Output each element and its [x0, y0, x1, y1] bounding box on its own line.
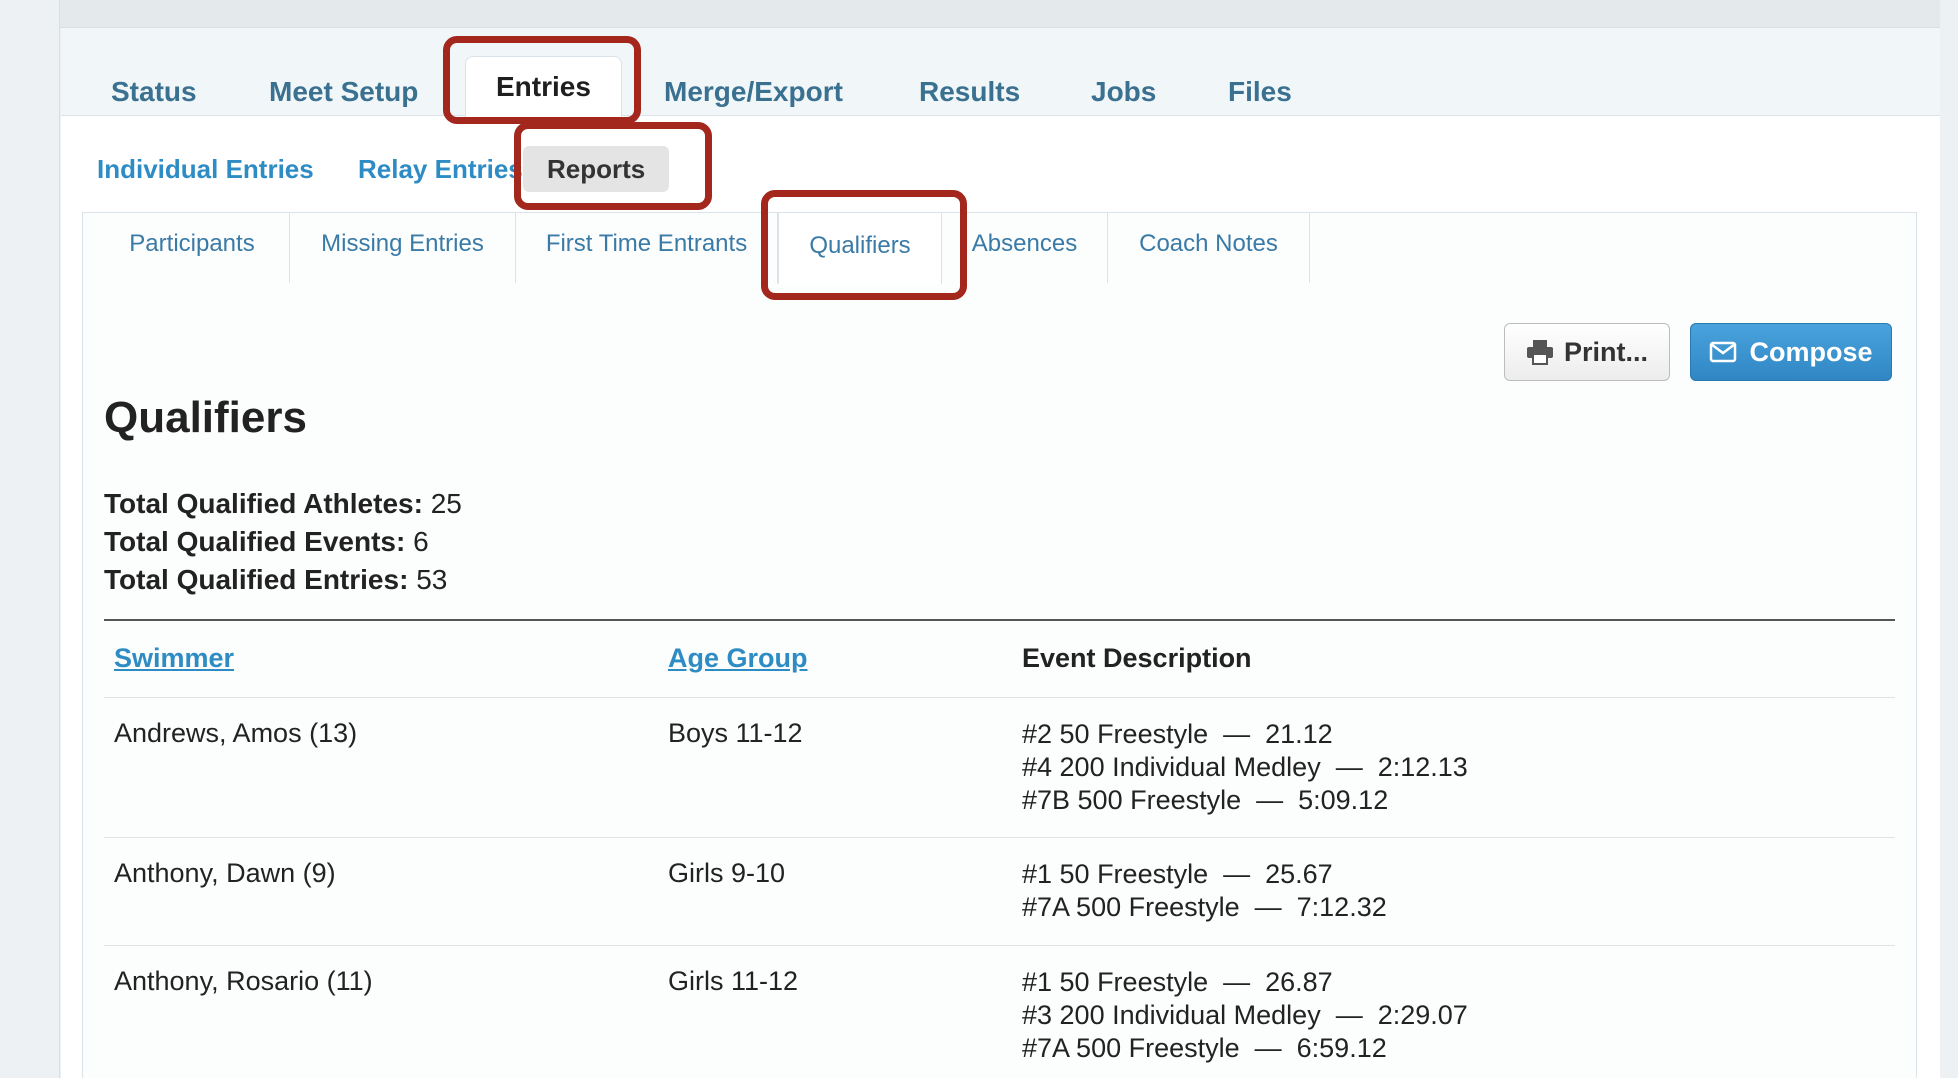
report-content-box: Participants Missing Entries First Time …	[82, 212, 1917, 1078]
report-tabs: Participants Missing Entries First Time …	[83, 213, 1918, 284]
table-row: Anthony, Rosario (11) Girls 11-12 #1 50 …	[104, 945, 1895, 1078]
age-group: Girls 9-10	[668, 858, 786, 888]
report-tab-absences[interactable]: Absences	[942, 213, 1108, 283]
compose-button[interactable]: Compose	[1690, 323, 1892, 381]
stat-entries: Total Qualified Entries: 53	[104, 564, 448, 595]
swimmer-name: Anthony, Dawn (9)	[114, 858, 336, 888]
event-entry: #4 200 Individual Medley — 2:12.13	[1022, 752, 1468, 782]
envelope-icon	[1710, 341, 1737, 363]
event-entry: #1 50 Freestyle — 25.67	[1022, 859, 1333, 889]
table-top-rule	[104, 619, 1895, 621]
tab-status[interactable]: Status	[111, 68, 197, 116]
event-entry: #1 50 Freestyle — 26.87	[1022, 967, 1333, 997]
tab-merge-export[interactable]: Merge/Export	[664, 68, 843, 116]
printer-icon	[1526, 340, 1553, 365]
report-tab-missing-entries[interactable]: Missing Entries	[290, 213, 516, 283]
swimmer-name: Anthony, Rosario (11)	[114, 966, 373, 996]
tab-jobs[interactable]: Jobs	[1091, 68, 1156, 116]
tab-entries[interactable]: Entries	[465, 56, 622, 117]
report-tab-coach-notes[interactable]: Coach Notes	[1108, 213, 1310, 283]
stat-events: Total Qualified Events: 6	[104, 526, 429, 557]
subtab-relay-entries[interactable]: Relay Entries	[358, 146, 523, 192]
report-tab-participants[interactable]: Participants	[83, 213, 290, 283]
report-tab-first-time-entrants[interactable]: First Time Entrants	[516, 213, 778, 283]
event-list: #2 50 Freestyle — 21.12 #4 200 Individua…	[1022, 718, 1468, 817]
table-row: Andrews, Amos (13) Boys 11-12 #2 50 Free…	[104, 697, 1895, 837]
column-header-event-description: Event Description	[1022, 643, 1252, 673]
page-left-gutter	[0, 0, 60, 1078]
print-button[interactable]: Print...	[1504, 323, 1670, 381]
main-tabs-bar: Status Meet Setup Entries Merge/Export R…	[61, 28, 1940, 117]
top-header-strip	[60, 0, 1940, 28]
event-entry: #3 200 Individual Medley — 2:29.07	[1022, 1000, 1468, 1030]
report-tab-qualifiers[interactable]: Qualifiers	[778, 213, 942, 284]
column-header-swimmer[interactable]: Swimmer	[114, 643, 234, 674]
tab-meet-setup[interactable]: Meet Setup	[269, 68, 418, 116]
column-header-age-group[interactable]: Age Group	[668, 643, 808, 674]
qualifier-stats: Total Qualified Athletes: 25 Total Quali…	[104, 485, 462, 599]
tab-results[interactable]: Results	[919, 68, 1020, 116]
table-row: Anthony, Dawn (9) Girls 9-10 #1 50 Frees…	[104, 837, 1895, 945]
stat-athletes: Total Qualified Athletes: 25	[104, 488, 462, 519]
event-entry: #7A 500 Freestyle — 7:12.32	[1022, 892, 1387, 922]
event-list: #1 50 Freestyle — 26.87 #3 200 Individua…	[1022, 966, 1468, 1065]
compose-button-label: Compose	[1749, 336, 1873, 367]
tab-files[interactable]: Files	[1228, 68, 1292, 116]
event-entry: #2 50 Freestyle — 21.12	[1022, 719, 1333, 749]
main-panel: Status Meet Setup Entries Merge/Export R…	[61, 28, 1940, 1078]
event-entry: #7A 500 Freestyle — 6:59.12	[1022, 1033, 1387, 1063]
subtab-reports[interactable]: Reports	[523, 146, 670, 192]
subtab-individual-entries[interactable]: Individual Entries	[97, 146, 314, 192]
swimmer-name: Andrews, Amos (13)	[114, 718, 358, 748]
event-entry: #7B 500 Freestyle — 5:09.12	[1022, 785, 1389, 815]
age-group: Girls 11-12	[668, 966, 799, 996]
print-button-label: Print...	[1563, 336, 1648, 367]
age-group: Boys 11-12	[668, 718, 803, 748]
page-title: Qualifiers	[104, 393, 307, 442]
event-list: #1 50 Freestyle — 25.67 #7A 500 Freestyl…	[1022, 858, 1387, 924]
